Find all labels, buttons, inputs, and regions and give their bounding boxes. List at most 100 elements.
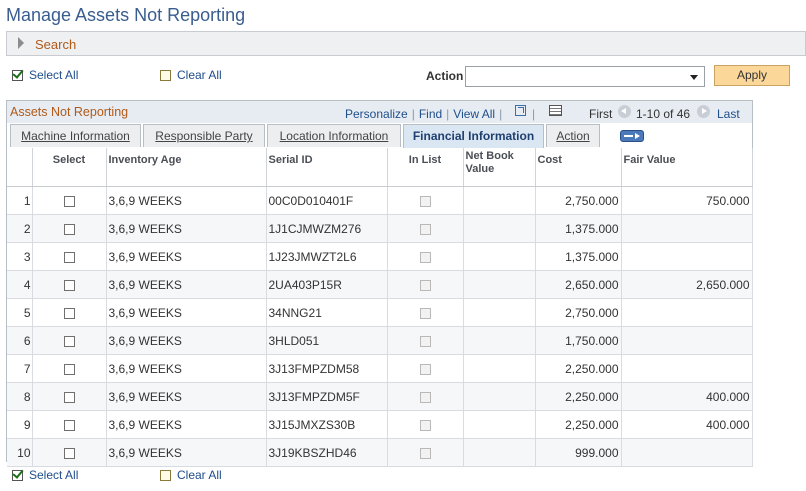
- col-cost[interactable]: Cost: [535, 148, 622, 187]
- table-row: 10 3,6,9 WEEKS 3J19KBSZHD46 999.000: [7, 438, 753, 467]
- net-book-value-cell: [463, 410, 536, 439]
- row-number: 9: [7, 410, 33, 439]
- row-select-checkbox[interactable]: [63, 363, 75, 375]
- table-row: 5 3,6,9 WEEKS 34NNG21 2,750.000: [7, 298, 753, 327]
- nav-separator: |: [532, 107, 536, 121]
- cost-cell: 1,750.000: [535, 326, 622, 355]
- select-cell: [32, 326, 107, 355]
- table-row: 2 3,6,9 WEEKS 1J1CJMWZM276 1,375.000: [7, 214, 753, 243]
- row-select-checkbox[interactable]: [63, 223, 75, 235]
- cost-cell: 999.000: [535, 438, 622, 467]
- clear-all-bottom-label: Clear All: [177, 468, 222, 482]
- personalize-link[interactable]: Personalize: [345, 107, 408, 121]
- fair-value-cell: 750.000: [621, 186, 753, 215]
- in-list-checkbox: [419, 335, 431, 347]
- fair-value-cell: [621, 214, 753, 243]
- col-inventory-age[interactable]: Inventory Age: [106, 148, 267, 187]
- cost-cell: 2,650.000: [535, 270, 622, 299]
- in-list-cell: [387, 410, 464, 439]
- search-section-toggle[interactable]: Search: [6, 31, 806, 56]
- first-label[interactable]: First: [589, 107, 612, 121]
- fair-value-cell: [621, 326, 753, 355]
- in-list-cell: [387, 326, 464, 355]
- in-list-checkbox: [419, 307, 431, 319]
- inventory-age-cell: 3,6,9 WEEKS: [106, 354, 267, 383]
- row-number: 7: [7, 354, 33, 383]
- select-cell: [32, 270, 107, 299]
- col-select: Select: [32, 148, 107, 187]
- tab-machine-information[interactable]: Machine Information: [10, 124, 141, 147]
- in-list-cell: [387, 438, 464, 467]
- in-list-checkbox: [419, 391, 431, 403]
- tab-label: Financial Information: [412, 129, 535, 143]
- fair-value-cell: [621, 438, 753, 467]
- row-select-checkbox[interactable]: [63, 279, 75, 291]
- checkmark-icon: [12, 69, 23, 81]
- cost-cell: 2,250.000: [535, 354, 622, 383]
- search-label: Search: [35, 37, 77, 52]
- download-grid-icon[interactable]: [549, 105, 562, 116]
- net-book-value-cell: [463, 186, 536, 215]
- tab-financial-information[interactable]: Financial Information: [403, 124, 544, 148]
- col-fair-value[interactable]: Fair Value: [621, 148, 753, 187]
- in-list-cell: [387, 186, 464, 215]
- row-select-checkbox[interactable]: [63, 391, 75, 403]
- find-link[interactable]: Find: [419, 107, 442, 121]
- in-list-cell: [387, 298, 464, 327]
- tab-action[interactable]: Action: [546, 124, 600, 147]
- in-list-cell: [387, 270, 464, 299]
- table-row: 1 3,6,9 WEEKS 00C0D010401F 2,750.000 750.000: [7, 186, 753, 215]
- row-select-checkbox[interactable]: [63, 419, 75, 431]
- row-select-checkbox[interactable]: [63, 335, 75, 347]
- in-list-checkbox: [419, 279, 431, 291]
- fair-value-cell: [621, 242, 753, 271]
- in-list-cell: [387, 214, 464, 243]
- net-book-value-cell: [463, 382, 536, 411]
- tab-responsible-party[interactable]: Responsible Party: [143, 124, 265, 147]
- col-net-book-value[interactable]: Net Book Value: [463, 148, 536, 187]
- tab-label: Machine Information: [21, 129, 130, 143]
- previous-arrow-icon[interactable]: [618, 105, 631, 118]
- apply-button[interactable]: Apply: [714, 65, 790, 86]
- action-dropdown[interactable]: [465, 66, 705, 87]
- next-arrow-icon[interactable]: [697, 105, 710, 118]
- new-window-icon[interactable]: [515, 105, 526, 116]
- row-number: 10: [7, 438, 33, 467]
- cost-cell: 2,750.000: [535, 186, 622, 215]
- net-book-value-cell: [463, 298, 536, 327]
- select-all-bottom[interactable]: Select All: [12, 467, 78, 483]
- row-select-checkbox[interactable]: [63, 307, 75, 319]
- row-select-checkbox[interactable]: [63, 195, 75, 207]
- row-select-checkbox[interactable]: [63, 251, 75, 263]
- assets-table: Select Inventory Age Serial ID In List N…: [7, 148, 753, 467]
- in-list-cell: [387, 354, 464, 383]
- clear-all-top[interactable]: Clear All: [160, 67, 222, 83]
- grid-header: Assets Not Reporting Personalize | Find | Vi…: [7, 101, 752, 123]
- in-list-checkbox: [419, 195, 431, 207]
- show-all-columns-icon[interactable]: [620, 130, 644, 142]
- select-cell: [32, 438, 107, 467]
- col-serial-id[interactable]: Serial ID: [266, 148, 388, 187]
- fair-value-cell: 2,650.000: [621, 270, 753, 299]
- serial-id-cell: 1J23JMWZT2L6: [266, 242, 388, 271]
- select-cell: [32, 242, 107, 271]
- assets-grid: Assets Not Reporting Personalize | Find | Vi…: [6, 100, 753, 467]
- cost-cell: 1,375.000: [535, 242, 622, 271]
- tab-location-information[interactable]: Location Information: [267, 124, 401, 147]
- inventory-age-cell: 3,6,9 WEEKS: [106, 186, 267, 215]
- serial-id-cell: 3J13FMPZDM58: [266, 354, 388, 383]
- last-link[interactable]: Last: [717, 107, 740, 121]
- checkmark-icon: [12, 469, 23, 481]
- row-select-checkbox[interactable]: [63, 447, 75, 459]
- clear-all-bottom[interactable]: Clear All: [160, 467, 222, 483]
- inventory-age-cell: 3,6,9 WEEKS: [106, 410, 267, 439]
- view-all-link[interactable]: View All: [453, 107, 495, 121]
- tab-label: Responsible Party: [155, 129, 253, 143]
- inventory-age-cell: 3,6,9 WEEKS: [106, 270, 267, 299]
- select-all-top[interactable]: Select All: [12, 67, 78, 83]
- expand-triangle-icon: [18, 37, 24, 49]
- select-cell: [32, 298, 107, 327]
- fair-value-cell: [621, 354, 753, 383]
- table-row: 9 3,6,9 WEEKS 3J15JMXZS30B 2,250.000 400.000: [7, 410, 753, 439]
- col-in-list[interactable]: In List: [387, 148, 464, 187]
